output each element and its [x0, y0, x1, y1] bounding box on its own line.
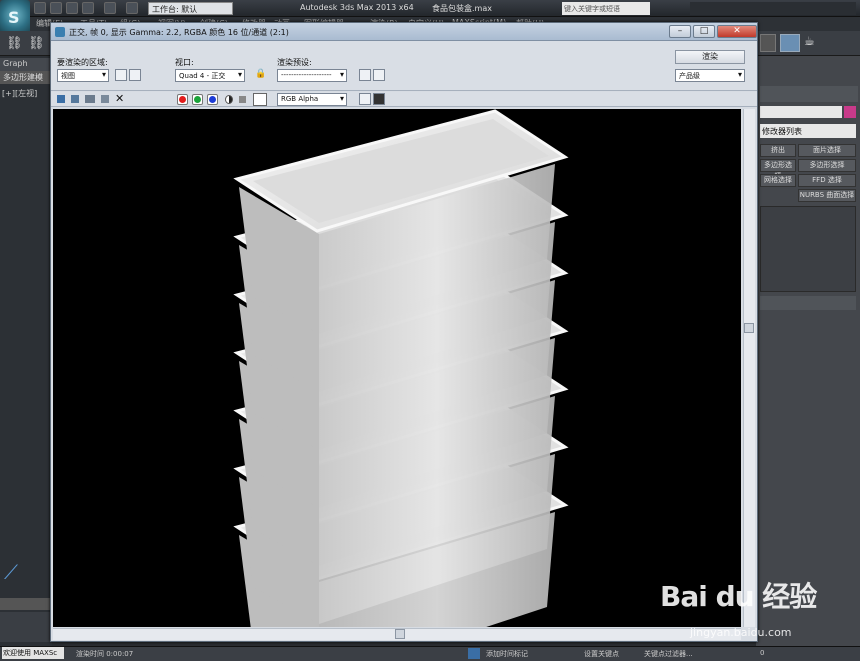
area-label: 要渲染的区域:: [57, 58, 108, 67]
unlink-icon[interactable]: ⛓: [28, 36, 46, 52]
graphite-tab[interactable]: Graph: [0, 58, 50, 71]
vertical-scroll-thumb[interactable]: [744, 323, 754, 333]
time-tag-icon[interactable]: [468, 648, 480, 659]
channel-dropdown[interactable]: RGB Alpha: [277, 93, 347, 106]
toggle-ui-overlay-icon[interactable]: [359, 93, 371, 105]
edit-region-icon[interactable]: [115, 69, 127, 81]
undo-icon[interactable]: [82, 2, 94, 14]
window-icon: [55, 27, 65, 37]
workspace-dropdown[interactable]: 工作台: 默认: [148, 2, 233, 15]
save-icon[interactable]: [66, 2, 78, 14]
modifier-stack[interactable]: [760, 206, 856, 292]
teapot-icon[interactable]: ☕: [804, 34, 822, 52]
mono-toggle-icon[interactable]: [239, 96, 246, 103]
vertical-scrollbar[interactable]: [743, 109, 755, 627]
current-frame-field[interactable]: 0: [760, 649, 764, 657]
horizontal-scroll-thumb[interactable]: [395, 629, 405, 639]
maxscript-listener[interactable]: 欢迎使用 MAXSc: [2, 647, 64, 659]
color-swatch[interactable]: [253, 93, 267, 106]
set-key-button[interactable]: 设置关键点: [584, 649, 619, 659]
timeline-slider[interactable]: [0, 598, 50, 610]
extrude-button[interactable]: 挤出: [760, 144, 796, 157]
modifier-list-dropdown[interactable]: 修改器列表: [760, 124, 856, 138]
render-time-text: 渲染时间 0:00:07: [76, 650, 134, 658]
poly-select-button[interactable]: 多边形选择: [760, 159, 796, 180]
toggle-ui-icon[interactable]: [373, 93, 385, 105]
render-setup-small-icon[interactable]: [359, 69, 371, 81]
environment-icon[interactable]: [373, 69, 385, 81]
red-channel-toggle[interactable]: [177, 94, 188, 105]
auto-region-icon[interactable]: [129, 69, 141, 81]
render-button[interactable]: 渲染: [675, 50, 745, 64]
render-window-title: 正交, 帧 0, 显示 Gamma: 2.2, RGBA 颜色 16 位/通道 …: [69, 28, 289, 37]
poly-modeling-tab[interactable]: 多边形建模: [0, 71, 50, 84]
clone-frame-icon[interactable]: [85, 95, 95, 103]
baidu-watermark: Bai du 经验: [660, 580, 817, 613]
minimize-button[interactable]: –: [669, 25, 691, 38]
infocenter-toolbar: [690, 2, 856, 15]
quality-dropdown[interactable]: 产品级: [675, 69, 745, 82]
link-icon[interactable]: ⛓: [6, 36, 24, 52]
preset-dropdown[interactable]: --------------------: [277, 69, 347, 82]
close-button[interactable]: ✕: [717, 25, 757, 38]
app-title: Autodesk 3ds Max 2013 x64: [300, 3, 414, 12]
lock-icon[interactable]: 🔒: [255, 69, 266, 81]
preset-label: 渲染预设:: [277, 58, 312, 67]
baidu-watermark-url: jingyan.baidu.com: [690, 626, 792, 639]
nurbs-select-button[interactable]: NURBS 曲面选择: [798, 189, 856, 202]
poly-select-button-2[interactable]: 多边形选择: [798, 159, 856, 172]
viewport-controls: [0, 612, 50, 642]
viewport-dropdown[interactable]: Quad 4 - 正交: [175, 69, 245, 82]
app-logo-button[interactable]: S: [0, 0, 30, 34]
left-viewport-strip: [0, 56, 52, 646]
hold-icon[interactable]: [126, 2, 138, 14]
maximize-button[interactable]: □: [693, 25, 715, 38]
render-setup-icon[interactable]: [760, 34, 776, 52]
file-title: 食品包装盒.max: [432, 4, 492, 13]
add-time-tag[interactable]: 添加时间标记: [486, 649, 528, 659]
patch-select-button[interactable]: 面片选择: [798, 144, 856, 157]
alpha-toggle-icon[interactable]: [225, 95, 233, 104]
new-icon[interactable]: [34, 2, 46, 14]
blue-channel-toggle[interactable]: [207, 94, 218, 105]
stack-toolbar[interactable]: [760, 296, 856, 310]
viewport-label[interactable]: [+][左视]: [2, 88, 37, 99]
area-dropdown[interactable]: 视图: [57, 69, 109, 82]
save-image-icon[interactable]: [57, 95, 65, 103]
key-filters-button[interactable]: 关键点过滤器...: [644, 649, 693, 659]
ffd-select-button[interactable]: FFD 选择: [798, 174, 856, 187]
render-canvas[interactable]: [53, 109, 741, 627]
open-icon[interactable]: [50, 2, 62, 14]
object-name-field[interactable]: [760, 106, 842, 118]
render-frame-icon[interactable]: [780, 34, 800, 52]
copy-image-icon[interactable]: [71, 95, 79, 103]
search-input[interactable]: 键入关键字或短语: [562, 2, 650, 15]
render-display-bar: [51, 92, 757, 107]
print-icon[interactable]: [101, 95, 109, 103]
command-tabs[interactable]: [760, 86, 858, 102]
viewport-field-label: 视口:: [175, 58, 194, 67]
rendered-boxes-image: [233, 109, 569, 627]
render-settings-bar: [51, 41, 757, 91]
redo-icon[interactable]: [104, 2, 116, 14]
render-frame-window: 正交, 帧 0, 显示 Gamma: 2.2, RGBA 颜色 16 位/通道 …: [50, 22, 758, 642]
clear-icon[interactable]: ✕: [115, 92, 124, 105]
green-channel-toggle[interactable]: [192, 94, 203, 105]
mesh-select-button[interactable]: 网格选择: [760, 174, 796, 187]
object-color-swatch[interactable]: [844, 106, 856, 118]
axis-gizmo-icon: ⟋: [4, 560, 18, 584]
